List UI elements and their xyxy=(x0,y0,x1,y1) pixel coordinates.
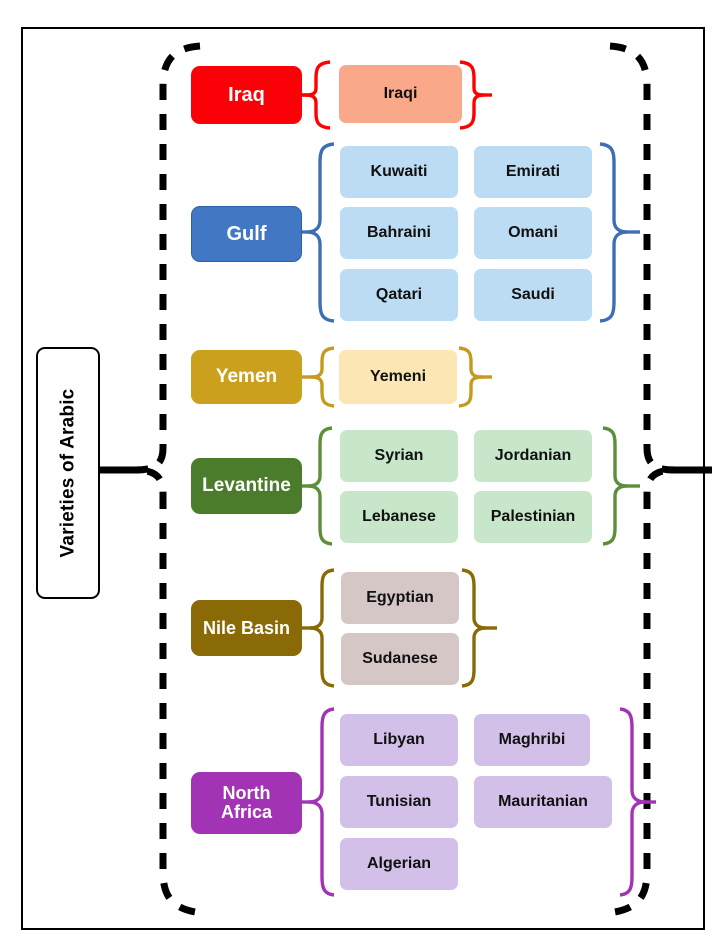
dialect-bahraini-label: Bahraini xyxy=(366,224,431,241)
category-nile-basin[interactable]: Nile Basin xyxy=(191,600,302,656)
dialect-lebanese-label: Lebanese xyxy=(362,508,436,525)
category-gulf-label: Gulf xyxy=(226,222,267,245)
dialect-yemeni-label: Yemeni xyxy=(369,368,427,385)
dialect-egyptian[interactable]: Egyptian xyxy=(341,572,459,624)
dialect-libyan[interactable]: Libyan xyxy=(340,714,458,766)
dialect-palestinian[interactable]: Palestinian xyxy=(474,491,592,543)
category-levantine[interactable]: Levantine xyxy=(191,458,302,514)
dialect-omani[interactable]: Omani xyxy=(474,207,592,259)
category-iraq-label: Iraq xyxy=(228,83,265,106)
dialect-tunisian-label: Tunisian xyxy=(366,793,432,810)
dialect-syrian[interactable]: Syrian xyxy=(340,430,458,482)
dialect-maghribi[interactable]: Maghribi xyxy=(474,714,590,766)
dialect-sudanese[interactable]: Sudanese xyxy=(341,633,459,685)
dialect-mauritanian[interactable]: Mauritanian xyxy=(474,776,612,828)
category-yemen-label: Yemen xyxy=(215,366,278,388)
dialect-emirati-label: Emirati xyxy=(505,163,561,180)
dialect-saudi[interactable]: Saudi xyxy=(474,269,592,321)
dialect-iraqi[interactable]: Iraqi xyxy=(339,65,462,123)
dialect-iraqi-label: Iraqi xyxy=(383,85,418,102)
dialect-palestinian-label: Palestinian xyxy=(490,508,576,525)
dialect-mauritanian-label: Mauritanian xyxy=(498,793,588,810)
category-gulf[interactable]: Gulf xyxy=(191,206,302,262)
diagram-canvas: Varieties of Arabic Iraq Iraqi Gulf Kuwa… xyxy=(0,0,724,941)
dialect-tunisian[interactable]: Tunisian xyxy=(340,776,458,828)
category-north-africa[interactable]: North Africa xyxy=(191,772,302,834)
dialect-maghribi-label: Maghribi xyxy=(498,731,566,748)
dialect-emirati[interactable]: Emirati xyxy=(474,146,592,198)
dialect-saudi-label: Saudi xyxy=(511,286,555,303)
dialect-bahraini[interactable]: Bahraini xyxy=(340,207,458,259)
dialect-syrian-label: Syrian xyxy=(374,447,424,464)
root-label-box: Varieties of Arabic xyxy=(36,347,100,599)
dialect-libyan-label: Libyan xyxy=(373,731,425,748)
dialect-lebanese[interactable]: Lebanese xyxy=(340,491,458,543)
category-north-africa-label-line2: Africa xyxy=(220,802,273,822)
category-levantine-label: Levantine xyxy=(202,475,291,497)
category-yemen[interactable]: Yemen xyxy=(191,350,302,404)
dialect-sudanese-label: Sudanese xyxy=(362,650,438,667)
dialect-qatari-label: Qatari xyxy=(375,286,423,303)
dialect-algerian[interactable]: Algerian xyxy=(340,838,458,890)
category-iraq[interactable]: Iraq xyxy=(191,66,302,124)
dialect-qatari[interactable]: Qatari xyxy=(340,269,458,321)
dialect-jordanian-label: Jordanian xyxy=(494,447,572,464)
dialect-jordanian[interactable]: Jordanian xyxy=(474,430,592,482)
dialect-algerian-label: Algerian xyxy=(366,855,431,872)
category-nile-basin-label: Nile Basin xyxy=(202,617,291,638)
dialect-yemeni[interactable]: Yemeni xyxy=(339,350,457,404)
dialect-egyptian-label: Egyptian xyxy=(366,589,434,606)
page-title: Varieties of Arabic xyxy=(57,388,79,558)
dialect-kuwaiti-label: Kuwaiti xyxy=(370,163,428,180)
dialect-kuwaiti[interactable]: Kuwaiti xyxy=(340,146,458,198)
category-north-africa-label-line1: North xyxy=(222,783,271,804)
dialect-omani-label: Omani xyxy=(508,224,558,241)
